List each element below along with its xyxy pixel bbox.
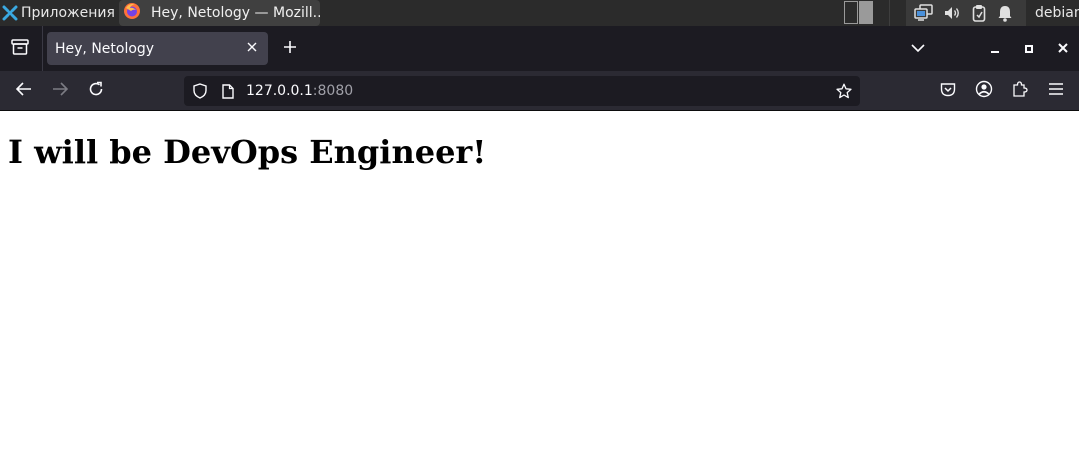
account-icon bbox=[975, 80, 993, 102]
panel-divider bbox=[889, 0, 890, 26]
tabstrip-divider bbox=[42, 26, 43, 71]
workspace-2[interactable] bbox=[859, 1, 873, 24]
close-window-button[interactable] bbox=[1053, 39, 1073, 59]
clipboard-icon[interactable] bbox=[969, 3, 989, 23]
new-tab-button[interactable] bbox=[280, 39, 300, 59]
firefox-icon bbox=[123, 2, 141, 24]
navigation-toolbar: 127.0.0.1:8080 bbox=[0, 71, 1079, 111]
arrow-right-icon bbox=[52, 82, 69, 100]
taskbar-window-button[interactable]: Hey, Netology — Mozill... bbox=[119, 0, 320, 26]
pocket-icon bbox=[940, 82, 956, 101]
url-bar[interactable]: 127.0.0.1:8080 bbox=[184, 76, 860, 106]
tracking-protection-shield-icon[interactable] bbox=[192, 83, 208, 99]
url-text[interactable]: 127.0.0.1:8080 bbox=[246, 76, 353, 106]
workspace-1[interactable] bbox=[844, 1, 858, 24]
taskbar-window-title: Hey, Netology — Mozill... bbox=[151, 5, 320, 21]
minimize-icon bbox=[990, 41, 1000, 57]
firefox-view-button[interactable] bbox=[10, 39, 30, 59]
page-content: I will be DevOps Engineer! bbox=[0, 111, 1079, 451]
maximize-icon bbox=[1025, 41, 1033, 57]
forward-button[interactable] bbox=[48, 79, 72, 103]
tab-hey-netology[interactable]: Hey, Netology bbox=[47, 32, 268, 65]
workspace-switcher[interactable] bbox=[844, 1, 873, 24]
panel-username[interactable]: debian bbox=[1035, 0, 1079, 26]
bookmark-star-icon[interactable] bbox=[836, 83, 852, 99]
volume-icon[interactable] bbox=[942, 3, 962, 23]
reload-icon bbox=[88, 81, 104, 101]
extensions-button[interactable] bbox=[1008, 79, 1032, 103]
system-tray bbox=[906, 0, 1026, 26]
app-menu-button[interactable] bbox=[1044, 79, 1068, 103]
arrow-left-icon bbox=[15, 82, 32, 100]
desktop-panel: Приложения ⁝ Hey, Netology — Mozill... bbox=[0, 0, 1079, 26]
applications-menu-label: Приложения bbox=[21, 5, 115, 21]
tab-title: Hey, Netology bbox=[55, 40, 155, 57]
network-icon[interactable] bbox=[914, 3, 934, 23]
url-port: :8080 bbox=[312, 83, 354, 99]
close-icon bbox=[247, 40, 257, 56]
page-info-icon[interactable] bbox=[220, 83, 236, 99]
account-button[interactable] bbox=[972, 79, 996, 103]
chevron-down-icon bbox=[911, 41, 925, 57]
puzzle-piece-icon bbox=[1012, 81, 1028, 101]
url-host: 127.0.0.1 bbox=[246, 83, 313, 99]
back-button[interactable] bbox=[12, 79, 36, 103]
maximize-window-button[interactable] bbox=[1019, 39, 1039, 59]
pocket-button[interactable] bbox=[936, 79, 960, 103]
close-icon bbox=[1058, 41, 1068, 57]
notification-bell-icon[interactable] bbox=[995, 3, 1015, 23]
page-heading: I will be DevOps Engineer! bbox=[8, 133, 487, 171]
plus-icon bbox=[283, 40, 297, 58]
applications-menu[interactable]: Приложения ⁝ bbox=[0, 0, 122, 26]
xfce-logo-icon bbox=[2, 5, 21, 21]
hamburger-menu-icon bbox=[1049, 83, 1063, 99]
firefox-view-icon bbox=[11, 39, 29, 59]
browser-tab-strip: Hey, Netology bbox=[0, 26, 1079, 71]
tab-close-button[interactable] bbox=[244, 40, 260, 56]
minimize-window-button[interactable] bbox=[985, 39, 1005, 59]
reload-button[interactable] bbox=[84, 79, 108, 103]
list-all-tabs-button[interactable] bbox=[908, 39, 928, 59]
